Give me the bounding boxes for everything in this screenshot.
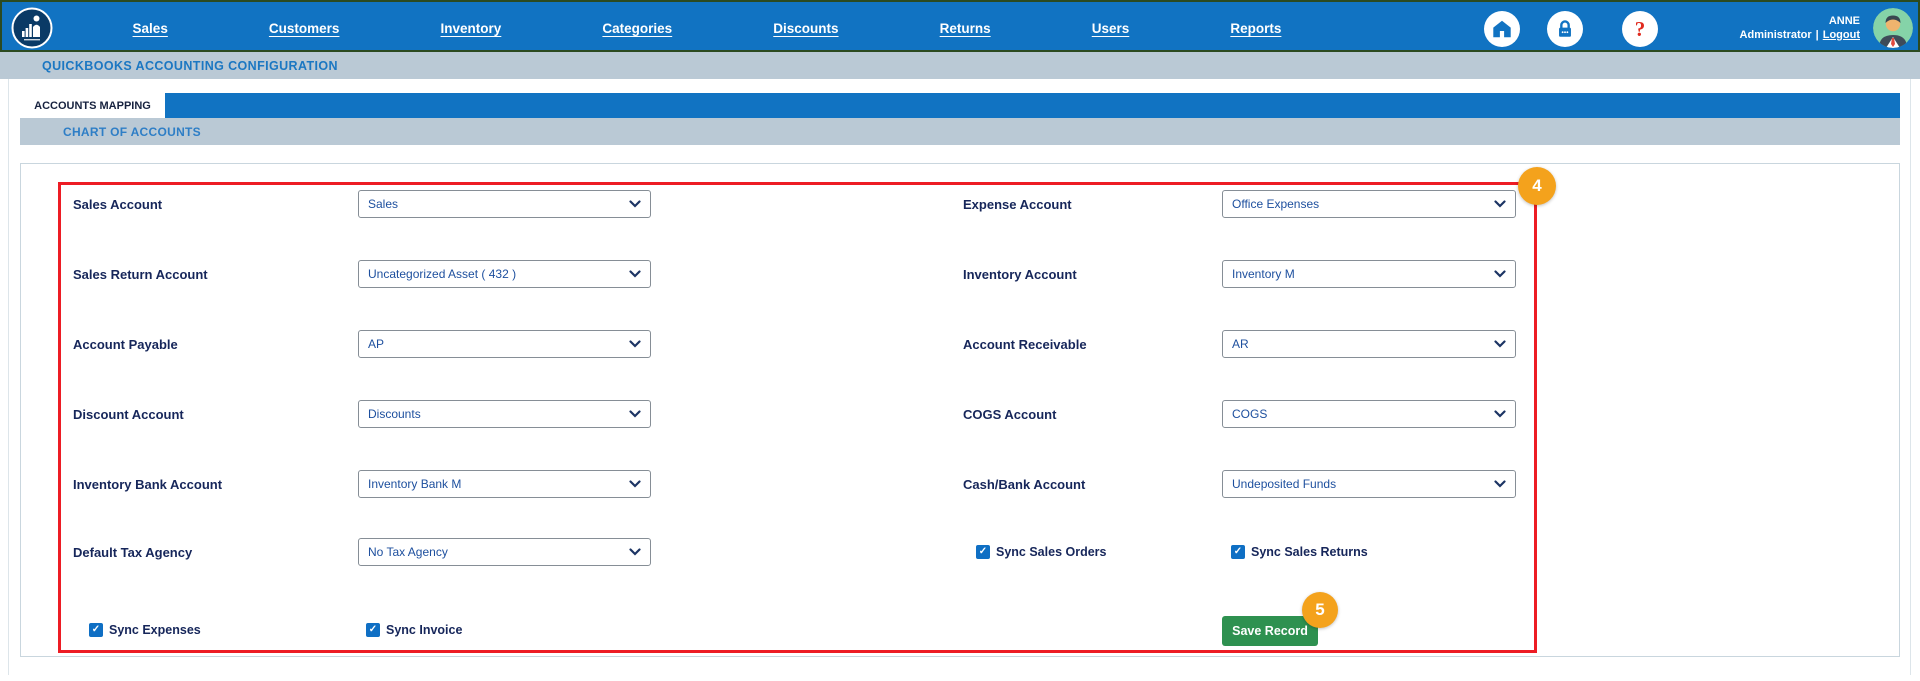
inventory-bank-account-label: Inventory Bank Account [73,470,222,498]
select-value: Sales [368,197,398,211]
chevron-down-icon [629,405,641,423]
config-header-bar: QUICKBOOKS ACCOUNTING CONFIGURATION [0,52,1920,79]
nav-item-sales[interactable]: Sales [133,21,168,36]
default-tax-agency-label: Default Tax Agency [73,538,192,566]
home-icon[interactable] [1484,11,1520,47]
chevron-down-icon [629,475,641,493]
sync-expenses-row: ✓ Sync Expenses [89,617,201,643]
chevron-down-icon [629,543,641,561]
sync-invoice-checkbox[interactable]: ✓ [366,623,380,637]
sync-expenses-label: Sync Expenses [109,623,201,637]
logout-link[interactable]: Logout [1823,28,1860,42]
nav-item-inventory[interactable]: Inventory [441,21,502,36]
user-role: Administrator [1740,28,1812,42]
sync-sales-returns-label: Sync Sales Returns [1251,545,1368,559]
cogs-account-select[interactable]: COGS [1222,400,1516,428]
sales-account-select[interactable]: Sales [358,190,651,218]
select-value: Undeposited Funds [1232,477,1336,491]
user-info: ANNE Administrator | Logout [1702,10,1860,46]
sync-sales-returns-row: ✓ Sync Sales Returns [1231,539,1368,565]
sales-return-account-label: Sales Return Account [73,260,208,288]
account-payable-select[interactable]: AP [358,330,651,358]
select-value: COGS [1232,407,1267,421]
chevron-down-icon [1494,405,1506,423]
section-title: CHART OF ACCOUNTS [63,125,201,139]
select-value: AR [1232,337,1249,351]
sync-sales-orders-label: Sync Sales Orders [996,545,1106,559]
chevron-down-icon [1494,475,1506,493]
account-payable-label: Account Payable [73,330,178,358]
expense-account-select[interactable]: Office Expenses [1222,190,1516,218]
tab-accounts-mapping[interactable]: ACCOUNTS MAPPING [20,93,165,118]
default-tax-agency-select[interactable]: No Tax Agency [358,538,651,566]
select-value: Office Expenses [1232,197,1319,211]
cogs-account-label: COGS Account [963,400,1056,428]
sync-expenses-checkbox[interactable]: ✓ [89,623,103,637]
nav-item-returns[interactable]: Returns [940,21,991,36]
section-header-bar: CHART OF ACCOUNTS [20,118,1900,145]
select-value: No Tax Agency [368,545,448,559]
select-value: Uncategorized Asset ( 432 ) [368,267,516,281]
quickbooks-config-page: Sales Customers Inventory Categories Dis… [0,0,1920,681]
sync-sales-returns-checkbox[interactable]: ✓ [1231,545,1245,559]
select-value: Discounts [368,407,421,421]
app-logo-icon[interactable] [11,7,53,49]
chevron-down-icon [629,335,641,353]
tab-strip [20,93,1900,118]
nav-item-discounts[interactable]: Discounts [773,21,838,36]
checkmark-icon: ✓ [369,625,377,635]
inventory-account-select[interactable]: Inventory M [1222,260,1516,288]
select-value: AP [368,337,384,351]
help-icon[interactable]: ? [1622,11,1658,47]
cash-bank-account-select[interactable]: Undeposited Funds [1222,470,1516,498]
discount-account-select[interactable]: Discounts [358,400,651,428]
expense-account-label: Expense Account [963,190,1072,218]
account-receivable-label: Account Receivable [963,330,1087,358]
checkmark-icon: ✓ [979,547,987,557]
main-menu: Sales Customers Inventory Categories Dis… [82,2,1332,54]
nav-item-categories[interactable]: Categories [602,21,672,36]
inventory-account-label: Inventory Account [963,260,1077,288]
nav-item-reports[interactable]: Reports [1230,21,1281,36]
chevron-down-icon [629,195,641,213]
discount-account-label: Discount Account [73,400,184,428]
account-receivable-select[interactable]: AR [1222,330,1516,358]
chevron-down-icon [1494,195,1506,213]
lock-icon[interactable] [1547,11,1583,47]
select-value: Inventory Bank M [368,477,461,491]
cash-bank-account-label: Cash/Bank Account [963,470,1085,498]
sync-sales-orders-checkbox[interactable]: ✓ [976,545,990,559]
sync-sales-orders-row: ✓ Sync Sales Orders [976,539,1106,565]
nav-item-customers[interactable]: Customers [269,21,340,36]
chevron-down-icon [1494,265,1506,283]
page-title: QUICKBOOKS ACCOUNTING CONFIGURATION [42,59,338,73]
nav-item-users[interactable]: Users [1092,21,1130,36]
checkmark-icon: ✓ [1234,547,1242,557]
chevron-down-icon [629,265,641,283]
step-5-badge: 5 [1302,592,1338,628]
checkmark-icon: ✓ [92,625,100,635]
question-mark-glyph: ? [1635,17,1646,42]
user-name: ANNE [1829,15,1860,28]
user-divider: | [1816,28,1819,42]
step-4-badge: 4 [1518,167,1556,205]
sync-invoice-label: Sync Invoice [386,623,462,637]
save-record-button[interactable]: Save Record [1222,616,1318,646]
sales-return-account-select[interactable]: Uncategorized Asset ( 432 ) [358,260,651,288]
sales-account-label: Sales Account [73,190,162,218]
top-navigation-bar: Sales Customers Inventory Categories Dis… [0,0,1920,52]
chevron-down-icon [1494,335,1506,353]
select-value: Inventory M [1232,267,1295,281]
sync-invoice-row: ✓ Sync Invoice [366,617,462,643]
inventory-bank-account-select[interactable]: Inventory Bank M [358,470,651,498]
avatar[interactable] [1873,8,1913,48]
